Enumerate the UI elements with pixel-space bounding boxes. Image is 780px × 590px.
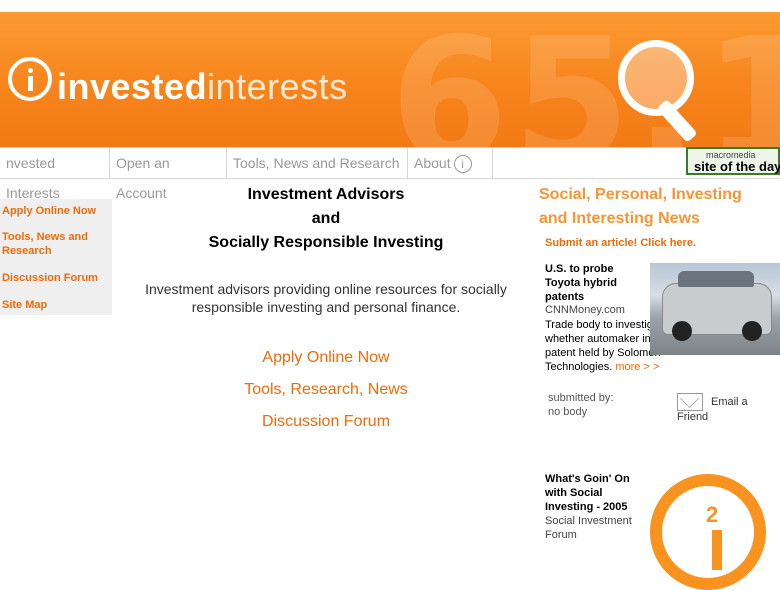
story1-submitter: no body: [548, 406, 588, 418]
sidebar: Apply Online Now Tools, News and Researc…: [0, 199, 112, 315]
news-heading-line1: Social, Personal, Investing: [539, 186, 742, 203]
site-logo[interactable]: investedinterests: [57, 66, 348, 108]
link-discussion-forum[interactable]: Discussion Forum: [120, 406, 532, 438]
logo-word-invested: invested: [57, 66, 208, 107]
story1-headline[interactable]: U.S. to probe Toyota hybrid patents: [545, 262, 645, 304]
page-title-line2: and: [311, 210, 341, 227]
story2-source: Social Investment Forum: [545, 515, 632, 541]
main-content: Investment Advisors and Socially Respons…: [120, 183, 532, 438]
link-tools-research-news[interactable]: Tools, Research, News: [120, 374, 532, 406]
story2-logo-number: 2: [706, 502, 719, 527]
page-title-line3: Socially Responsible Investing: [208, 234, 444, 251]
story2-logo: 2: [650, 474, 766, 590]
site-banner: 65.16 investedinterests: [0, 12, 780, 147]
sidebar-item-forum[interactable]: Discussion Forum: [2, 271, 98, 285]
sidebar-item-sitemap[interactable]: Site Map: [2, 298, 47, 312]
badge-bottom-text: site of the day: [694, 159, 780, 174]
info-icon: i: [453, 155, 472, 174]
main-links: Apply Online Now Tools, Research, News D…: [120, 342, 532, 438]
tab-about[interactable]: About i: [408, 148, 493, 178]
banner-numbers: 65.16: [390, 12, 780, 147]
envelope-icon: [677, 393, 703, 411]
tab-open-account[interactable]: Open an Account: [110, 148, 227, 201]
tab-about-label: About: [414, 155, 451, 171]
page-title-line1: Investment Advisors: [247, 186, 405, 203]
logo-word-interests: interests: [207, 66, 348, 107]
top-nav: nvested Interests Open an Account Tools,…: [0, 147, 780, 201]
tab-tools-news-research[interactable]: Tools, News and Research: [227, 148, 408, 178]
news-column: Social, Personal, Investing and Interest…: [539, 183, 780, 249]
submit-article-link[interactable]: Submit an article! Click here.: [545, 237, 696, 249]
news-heading-line2: and Interesting News: [539, 210, 700, 227]
logo-info-icon[interactable]: [8, 57, 52, 101]
site-of-the-day-badge[interactable]: macromedia site of the day: [686, 147, 780, 175]
magnifier-icon: [618, 40, 694, 116]
link-apply-online[interactable]: Apply Online Now: [120, 342, 532, 374]
story1-submitted-label: submitted by:: [548, 392, 614, 404]
sidebar-item-tools[interactable]: Tools, News and Research: [2, 230, 107, 258]
tab-invested-interests[interactable]: nvested Interests: [0, 148, 110, 201]
news-photo[interactable]: [650, 263, 780, 355]
story1-source: CNNMoney.com: [545, 304, 625, 316]
sidebar-item-apply[interactable]: Apply Online Now: [2, 204, 96, 218]
page-description: Investment advisors providing online res…: [145, 281, 507, 315]
top-strip: [0, 0, 780, 12]
email-friend-link[interactable]: Email a Friend: [677, 393, 780, 423]
story1-more-link[interactable]: more > >: [615, 361, 659, 373]
story2-headline[interactable]: What's Goin' On with Social Investing - …: [545, 472, 645, 514]
